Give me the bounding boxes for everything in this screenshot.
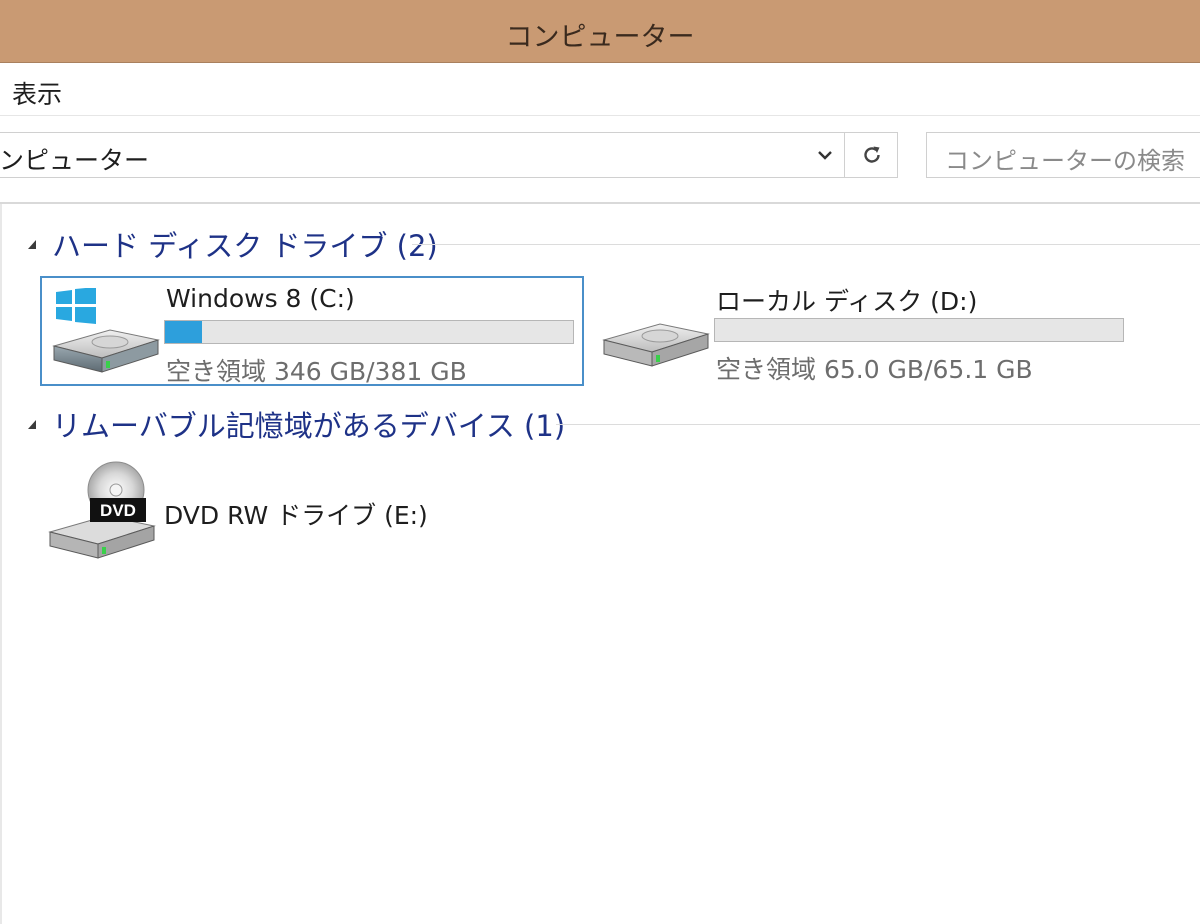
window-title: コンピューター [505,22,695,53]
windows-logo-icon [56,288,96,324]
pane-divider [0,204,2,924]
search-box[interactable]: コンピューターの検索 [926,132,1200,178]
drive-name: DVD RW ドライブ (E:) [164,501,428,530]
navigation-bar: ンピューター コンピューターの検索 [0,116,1200,204]
drive-item-c[interactable]: Windows 8 (C:) 空き領域 346 GB/381 GB [40,276,584,386]
group-header-removable[interactable]: リムーバブル記憶域があるデバイス (1) [28,404,565,444]
title-bar[interactable]: コンピューター [0,0,1200,63]
drive-free-space: 空き領域 346 GB/381 GB [166,357,467,386]
group-label: ハード ディスク ドライブ (2) [52,229,438,263]
dvd-drive-icon: DVD [48,461,156,559]
content-pane: ハード ディスク ドライブ (2) Windows 8 (C:) 空き領域 34… [0,204,1200,924]
address-dropdown-button[interactable] [807,133,843,177]
address-path[interactable]: ンピューター [0,141,149,177]
group-divider [412,244,1200,245]
drive-item-d[interactable]: ローカル ディスク (D:) 空き領域 65.0 GB/65.1 GB [596,276,1156,386]
collapse-triangle-icon[interactable] [28,419,36,429]
refresh-icon [863,146,880,163]
ribbon: 表示 [0,63,1200,116]
usage-bar [164,320,574,344]
address-bar[interactable]: ンピューター [0,132,898,178]
refresh-button[interactable] [844,133,898,177]
dvd-badge: DVD [100,501,136,520]
search-placeholder: コンピューターの検索 [945,147,1185,175]
usage-bar-fill [165,321,202,343]
chevron-down-icon [818,151,832,160]
group-header-hard-disks[interactable]: ハード ディスク ドライブ (2) [28,224,438,264]
collapse-triangle-icon[interactable] [28,239,36,249]
group-divider [556,424,1200,425]
group-label: リムーバブル記憶域があるデバイス (1) [52,409,566,443]
drive-name: ローカル ディスク (D:) [716,287,978,316]
hard-drive-icon [52,288,160,373]
usage-bar [714,318,1124,342]
drive-free-space: 空き領域 65.0 GB/65.1 GB [716,355,1033,384]
hard-drive-icon [602,323,710,367]
drive-item-e[interactable]: DVD DVD RW ドライブ (E:) [40,456,460,566]
drive-name: Windows 8 (C:) [166,284,355,313]
tab-view[interactable]: 表示 [12,75,62,111]
